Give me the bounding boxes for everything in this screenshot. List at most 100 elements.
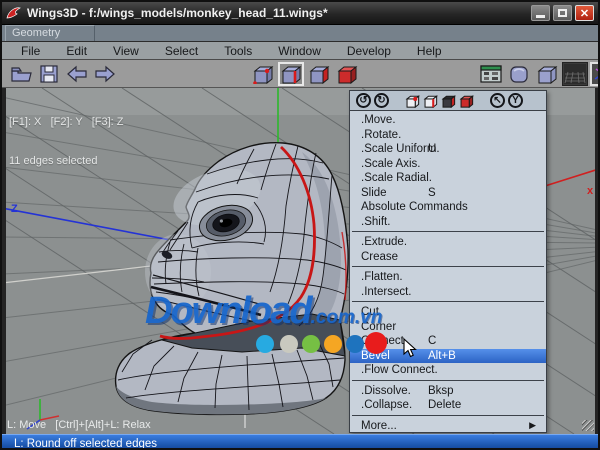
menubar-item-help[interactable]: Help <box>404 44 455 58</box>
menu-item-scale-axis[interactable]: .Scale Axis. <box>350 157 546 172</box>
menu-item-label: Absolute Commands <box>361 201 468 214</box>
menu-item-collapse[interactable]: .Collapse. Delete <box>350 398 546 413</box>
mouse-hint-line: L: Move [Ctrl]+[Alt]+L: Relax <box>7 419 151 431</box>
close-button[interactable]: ✕ <box>575 5 594 21</box>
menu-item-shift[interactable]: .Shift. <box>350 215 546 230</box>
menubar-item-file[interactable]: File <box>8 44 53 58</box>
menu-item-shortcut: Bksp <box>428 384 454 397</box>
menu-item-shortcut: C <box>428 335 437 348</box>
menu-item-shortcut: Delete <box>428 399 462 412</box>
menu-item-crease[interactable]: Crease <box>350 250 546 265</box>
edge-context-menu: ↺ ↻ ↖ Y .Move. .Rotate. .Scale Uniform. U .S… <box>349 90 547 433</box>
vertex-mode-icon[interactable] <box>250 62 276 86</box>
axis-z-label: Z <box>11 203 18 215</box>
menubar-item-select[interactable]: Select <box>152 44 211 58</box>
watermark-dot-1 <box>256 335 274 353</box>
redo-arrow-icon[interactable] <box>92 62 118 86</box>
watermark-suffix: .com.vn <box>310 307 383 328</box>
ground-edge-line <box>2 264 161 284</box>
status-bar: L: Round off selected edges <box>2 434 598 448</box>
window-title: Wings3D - f:/wings_models/monkey_head_11… <box>27 6 328 20</box>
menubar-item-view[interactable]: View <box>100 44 152 58</box>
menu-item-shortcut: Alt+B <box>428 349 456 362</box>
hotkeys-line: [F1]: X [F2]: Y [F3]: Z <box>9 116 124 128</box>
menubar-item-edit[interactable]: Edit <box>53 44 100 58</box>
selection-count: 11 edges selected <box>9 155 98 167</box>
viewport-hud: [F1]: X [F2]: Y [F3]: Z 11 edges selecte… <box>9 90 124 194</box>
menu-item-label: .Scale Axis. <box>361 157 421 170</box>
menu-item-scale-radial[interactable]: .Scale Radial. <box>350 171 546 186</box>
menu-item-label: .Flatten. <box>361 271 403 284</box>
ground-plane-icon[interactable] <box>562 61 588 86</box>
title-bar[interactable]: Wings3D - f:/wings_models/monkey_head_11… <box>2 2 598 25</box>
edge-mode-icon[interactable] <box>278 61 304 86</box>
face-mode-icon[interactable] <box>306 62 332 86</box>
watermark-dot-5 <box>346 335 364 353</box>
resize-grip[interactable] <box>582 420 594 431</box>
menu-item-more[interactable]: More... ▶ <box>350 419 546 434</box>
menu-item-rotate[interactable]: .Rotate. <box>350 128 546 143</box>
magnet-icon[interactable]: Y <box>508 93 523 108</box>
menubar-item-tools[interactable]: Tools <box>211 44 265 58</box>
menu-item-slide[interactable]: Slide S <box>350 186 546 201</box>
maximize-button[interactable] <box>553 5 572 21</box>
context-menu-header: ↺ ↻ ↖ Y <box>350 91 546 111</box>
menu-item-move[interactable]: .Move. <box>350 113 546 128</box>
face-mode-icon[interactable] <box>441 94 456 108</box>
menu-separator <box>352 231 544 232</box>
save-icon[interactable] <box>36 62 62 86</box>
menu-item-label: .Rotate. <box>361 128 402 141</box>
menu-item-label: .Scale Radial. <box>361 172 432 185</box>
monkey-head-model <box>114 141 349 416</box>
wireframe-icon[interactable] <box>534 62 560 86</box>
body-mode-icon[interactable] <box>459 94 474 108</box>
menubar-item-develop[interactable]: Develop <box>334 44 404 58</box>
mouse-cursor <box>403 338 417 358</box>
repeat-args-icon[interactable]: ↻ <box>374 93 389 108</box>
menu-item-shortcut: S <box>428 186 436 199</box>
body-mode-icon[interactable] <box>334 62 360 86</box>
edge-mode-icon[interactable] <box>423 94 438 108</box>
undo-arrow-icon[interactable] <box>64 62 90 86</box>
menu-item-dissolve[interactable]: .Dissolve. Bksp <box>350 384 546 399</box>
menu-item-label: Crease <box>361 250 399 263</box>
watermark-dot-3 <box>302 335 320 353</box>
menu-item-label: More... <box>361 419 397 432</box>
viewport-frame-left <box>2 88 6 434</box>
viewport-3d[interactable]: [F1]: X [F2]: Y [F3]: Z 11 edges selecte… <box>2 88 598 434</box>
watermark-dot-2 <box>280 335 298 353</box>
menu-item-label: .Flow Connect. <box>361 364 438 377</box>
menu-bar: File Edit View Select Tools Window Develop Help <box>2 42 598 60</box>
menu-separator <box>352 414 544 416</box>
menu-item-flatten[interactable]: .Flatten. <box>350 270 546 285</box>
menu-item-shortcut: U <box>428 143 437 156</box>
geometry-tab[interactable]: Geometry <box>5 25 96 41</box>
axis-x-line <box>544 168 598 187</box>
menu-item-label: .Shift. <box>361 215 391 228</box>
repeat-icon[interactable]: ↺ <box>356 93 371 108</box>
menu-item-label: .Extrude. <box>361 236 408 249</box>
menu-item-absolute-commands[interactable]: Absolute Commands <box>350 200 546 215</box>
open-folder-icon[interactable] <box>8 62 34 86</box>
menu-separator <box>352 379 544 381</box>
menu-separator <box>352 266 544 267</box>
context-menu-items: .Move. .Rotate. .Scale Uniform. U .Scale Axi… <box>350 111 546 433</box>
axis-x-label: x <box>587 185 594 197</box>
menu-item-flow-connect[interactable]: .Flow Connect. <box>350 363 546 378</box>
submenu-arrow-icon: ▶ <box>529 420 536 431</box>
menu-item-extrude[interactable]: .Extrude. <box>350 235 546 250</box>
menubar-item-window[interactable]: Window <box>265 44 334 58</box>
pointer-icon[interactable]: ↖ <box>490 93 505 108</box>
vertex-mode-icon[interactable] <box>405 94 420 108</box>
toolbar <box>2 60 598 88</box>
wings3d-window: Wings3D - f:/wings_models/monkey_head_11… <box>0 0 600 450</box>
menu-item-scale-uniform[interactable]: .Scale Uniform. U <box>350 142 546 157</box>
menu-item-label: .Collapse. <box>361 399 413 412</box>
minimize-button[interactable] <box>531 5 550 21</box>
menu-item-label: Slide <box>361 186 387 199</box>
axes-icon[interactable] <box>590 61 598 86</box>
watermark-dot-6 <box>365 332 387 354</box>
wings3d-wing-icon <box>6 7 21 19</box>
geometry-graph-icon[interactable] <box>478 62 504 86</box>
smooth-shaded-icon[interactable] <box>506 62 532 86</box>
